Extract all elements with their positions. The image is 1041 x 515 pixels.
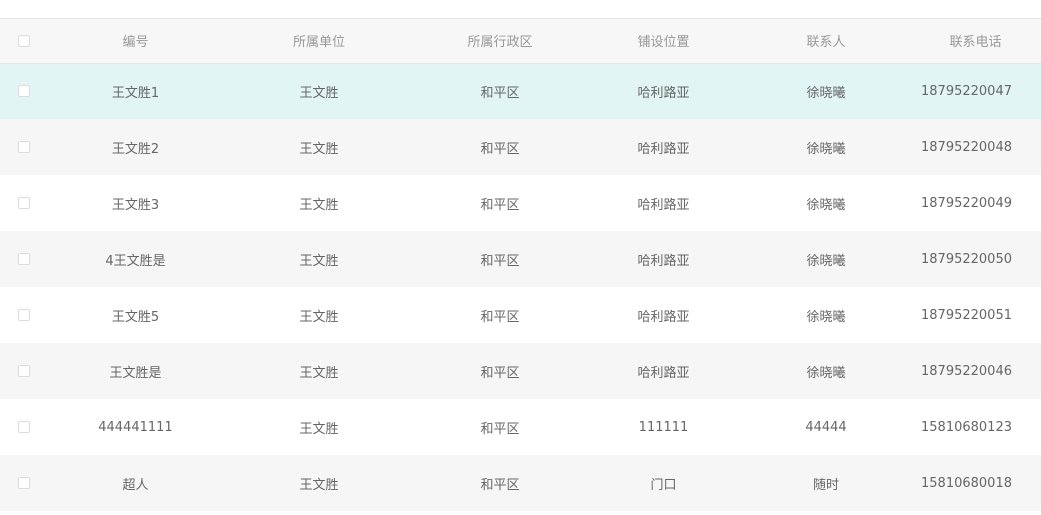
table-row[interactable]: 王文胜5 王文胜 和平区 哈利路亚 徐晓曦 18795220051: [0, 287, 1041, 343]
row-select-cell: [0, 343, 48, 399]
row-select-cell: [0, 287, 48, 343]
cell-contact: 44444: [805, 419, 847, 435]
cell-contact: 徐晓曦: [806, 253, 846, 269]
cell-location: 门口: [650, 477, 677, 493]
row-checkbox[interactable]: [18, 309, 30, 321]
cell-district: 和平区: [480, 141, 520, 157]
row-checkbox[interactable]: [18, 253, 30, 265]
cell-contact: 徐晓曦: [806, 141, 846, 157]
cell-contact: 徐晓曦: [806, 197, 846, 213]
column-header-unit[interactable]: 所属单位: [223, 19, 415, 63]
cell-unit: 王文胜: [299, 141, 339, 157]
cell-phone: 18795220049: [921, 195, 1012, 211]
cell-location: 哈利路亚: [637, 365, 690, 381]
cell-phone: 18795220051: [921, 307, 1012, 323]
toolbar-area: [0, 0, 1041, 19]
cell-unit: 王文胜: [299, 421, 339, 437]
row-select-cell: [0, 231, 48, 287]
cell-district: 和平区: [480, 477, 520, 493]
row-select-cell: [0, 455, 48, 511]
table-row[interactable]: 王文胜1 王文胜 和平区 哈利路亚 徐晓曦 18795220047: [0, 63, 1041, 119]
cell-phone: 18795220046: [921, 363, 1012, 379]
cell-unit: 王文胜: [299, 197, 339, 213]
column-header-contact[interactable]: 联系人: [742, 19, 910, 63]
cell-district: 和平区: [480, 253, 520, 269]
table-row[interactable]: 超人 王文胜 和平区 门口 随时 15810680018: [0, 455, 1041, 511]
cell-id: 王文胜5: [111, 309, 160, 325]
cell-id: 王文胜是: [109, 365, 162, 381]
select-all-cell: [0, 19, 48, 63]
cell-district: 和平区: [480, 365, 520, 381]
table-body: 王文胜1 王文胜 和平区 哈利路亚 徐晓曦 18795220047 王文胜2 王…: [0, 63, 1041, 511]
cell-id: 超人: [122, 477, 149, 493]
column-header-id[interactable]: 编号: [48, 19, 223, 63]
table-row[interactable]: 王文胜是 王文胜 和平区 哈利路亚 徐晓曦 18795220046: [0, 343, 1041, 399]
row-select-cell: [0, 399, 48, 455]
cell-district: 和平区: [480, 309, 520, 325]
cell-id: 444441111: [98, 419, 173, 435]
row-checkbox[interactable]: [18, 365, 30, 377]
header-row: 编号 所属单位 所属行政区 铺设位置 联系人 联系电话: [0, 19, 1041, 63]
column-header-district[interactable]: 所属行政区: [415, 19, 585, 63]
table-header: 编号 所属单位 所属行政区 铺设位置 联系人 联系电话: [0, 19, 1041, 63]
row-checkbox[interactable]: [18, 141, 30, 153]
column-header-location[interactable]: 铺设位置: [585, 19, 742, 63]
row-select-cell: [0, 119, 48, 175]
row-checkbox[interactable]: [18, 197, 30, 209]
cell-unit: 王文胜: [299, 309, 339, 325]
cell-phone: 15810680018: [921, 475, 1012, 491]
column-header-phone[interactable]: 联系电话: [910, 19, 1041, 63]
cell-district: 和平区: [480, 421, 520, 437]
cell-location: 哈利路亚: [637, 309, 690, 325]
cell-phone: 18795220048: [921, 139, 1012, 155]
table-row[interactable]: 王文胜3 王文胜 和平区 哈利路亚 徐晓曦 18795220049: [0, 175, 1041, 231]
cell-phone: 15810680123: [921, 419, 1012, 435]
row-checkbox[interactable]: [18, 477, 30, 489]
table-row[interactable]: 王文胜2 王文胜 和平区 哈利路亚 徐晓曦 18795220048: [0, 119, 1041, 175]
cell-id: 王文胜2: [111, 141, 160, 157]
cell-district: 和平区: [480, 85, 520, 101]
row-select-cell: [0, 175, 48, 231]
cell-location: 哈利路亚: [637, 141, 690, 157]
data-table: 编号 所属单位 所属行政区 铺设位置 联系人 联系电话 王文胜1 王文胜 和平区…: [0, 19, 1041, 511]
row-checkbox[interactable]: [18, 85, 30, 98]
cell-location: 哈利路亚: [637, 85, 690, 101]
cell-unit: 王文胜: [299, 477, 339, 493]
cell-phone: 18795220047: [921, 83, 1012, 99]
cell-unit: 王文胜: [299, 365, 339, 381]
cell-contact: 徐晓曦: [806, 85, 846, 101]
table-row[interactable]: 444441111 王文胜 和平区 111111 44444 158106801…: [0, 399, 1041, 455]
cell-unit: 王文胜: [299, 253, 339, 269]
cell-contact: 徐晓曦: [806, 309, 846, 325]
cell-id: 王文胜1: [111, 85, 160, 101]
cell-unit: 王文胜: [299, 85, 339, 101]
cell-contact: 徐晓曦: [806, 365, 846, 381]
cell-location: 哈利路亚: [637, 253, 690, 269]
row-checkbox[interactable]: [18, 421, 30, 433]
cell-phone: 18795220050: [921, 251, 1012, 267]
cell-contact: 随时: [812, 477, 839, 493]
cell-id: 王文胜3: [111, 197, 160, 213]
cell-id: 4王文胜是: [105, 253, 166, 269]
cell-district: 和平区: [480, 197, 520, 213]
row-select-cell: [0, 63, 48, 119]
cell-location: 111111: [638, 419, 689, 435]
cell-location: 哈利路亚: [637, 197, 690, 213]
select-all-checkbox[interactable]: [18, 34, 30, 47]
table-row[interactable]: 4王文胜是 王文胜 和平区 哈利路亚 徐晓曦 18795220050: [0, 231, 1041, 287]
